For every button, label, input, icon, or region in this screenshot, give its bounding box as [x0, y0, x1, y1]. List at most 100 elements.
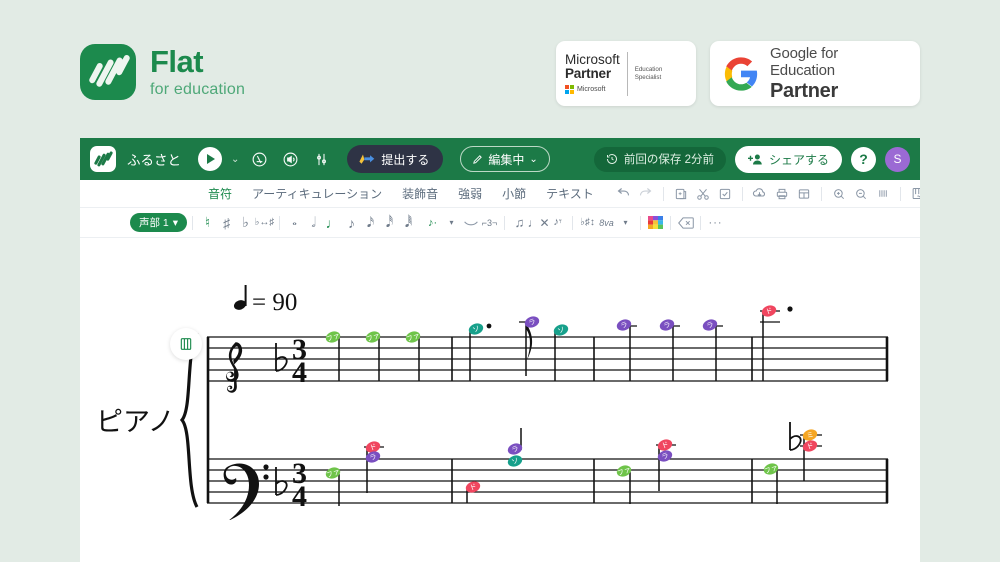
accidental-swap-icon[interactable]: ♭↔♯ [255, 212, 275, 234]
toolbar-separator [192, 215, 194, 230]
microsoft-badge-specialty: Education Specialist [634, 66, 663, 81]
score-sheet[interactable]: ピアノ = 90 3 4 3 4 ファ ファ ファ ソ ラ ソ ラ ラ ラ ド … [80, 238, 920, 520]
instrument-name: ピアノ [96, 407, 175, 437]
time-signature[interactable]: 34 34 [292, 333, 307, 513]
instrument-icon[interactable] [908, 184, 920, 204]
more-options-icon[interactable]: ··· [706, 212, 725, 234]
volume-icon[interactable] [279, 148, 301, 170]
editor-top-bar: ふるさと ⌄ 提出する 編集中 ⌄ 前回の保存 2分前 シェアする ? S [80, 138, 920, 180]
voice-chevron-icon: ▾ [172, 216, 179, 229]
play-button[interactable] [198, 147, 222, 171]
google-logo-icon [724, 56, 758, 91]
toolbar-separator [504, 215, 506, 230]
share-label: シェアする [768, 152, 829, 167]
share-button[interactable]: シェアする [734, 145, 842, 173]
editing-chevron-icon: ⌄ [529, 153, 538, 165]
zoom-out-icon[interactable] [851, 184, 871, 204]
menu-item-measures[interactable]: 小節 [502, 185, 526, 202]
menu-item-dynamics[interactable]: 強弱 [458, 185, 482, 202]
history-icon [606, 154, 617, 164]
microsoft-badge-line1: Microsoft [565, 51, 620, 67]
last-saved-status: 前回の保存 2分前 [593, 146, 726, 172]
editing-label: 編集中 [488, 152, 525, 167]
menu-item-ornaments[interactable]: 装飾音 [402, 185, 438, 202]
paste-icon[interactable] [715, 184, 735, 204]
natural-icon[interactable]: ♮ [198, 212, 217, 234]
play-options-chevron-icon[interactable]: ⌄ [231, 154, 239, 165]
menu-item-articulation[interactable]: アーティキュレーション [252, 185, 382, 202]
half-note-icon[interactable]: 𝅗𝅥 [304, 212, 323, 234]
cut-icon[interactable] [693, 184, 713, 204]
screen-root: Flat for education Microsoft Partner Mic… [0, 0, 1000, 562]
flat-accidental-icon [789, 422, 802, 451]
bass-noteheads[interactable]: ファドラドラソファドラファミド [324, 427, 819, 494]
color-palette-icon[interactable] [646, 212, 665, 234]
undo-icon[interactable] [614, 184, 634, 204]
piano-keys-icon [180, 338, 192, 350]
grace-note-icon[interactable]: ♪𝄾 [548, 212, 567, 234]
document-title[interactable]: ふるさと [127, 149, 181, 169]
badge-divider [626, 51, 628, 96]
delete-icon[interactable] [676, 212, 695, 234]
editor-menu-bar: 音符 アーティキュレーション 装飾音 強弱 小節 テキスト [80, 180, 920, 208]
mixer-icon[interactable] [310, 148, 332, 170]
music-score[interactable]: ピアノ = 90 34 34 ファ ファ ファソラソラ ラ ラド ファドラドラソ… [80, 238, 920, 520]
layout-icon[interactable] [794, 184, 814, 204]
add-person-icon [747, 154, 762, 164]
augmentation-dot [486, 323, 492, 329]
toolbar-separator [820, 186, 822, 201]
google-badge-line1: Google for Education [770, 44, 839, 79]
redo-icon[interactable] [636, 184, 656, 204]
barlines [451, 337, 889, 503]
sharp-icon[interactable]: ♯ [217, 212, 236, 234]
sixtyfourth-note-icon[interactable]: 𝅘𝅥𝅱 [399, 212, 418, 234]
dot-chevron-icon[interactable]: ▾ [442, 212, 461, 234]
metronome-icon[interactable] [248, 148, 270, 170]
toolbar-separator [662, 186, 664, 201]
treble-noteheads[interactable]: ファ ファ ファソラソラララド [324, 303, 778, 344]
menu-item-text[interactable]: テキスト [546, 185, 594, 202]
last-saved-label: 前回の保存 2分前 [623, 154, 714, 166]
staff-lines [207, 336, 888, 504]
user-avatar[interactable]: S [885, 146, 910, 172]
print-icon[interactable] [772, 184, 792, 204]
quarter-note-icon[interactable]: ♩ [323, 212, 342, 234]
measures-icon[interactable] [873, 184, 893, 204]
beam-icon[interactable]: ♫ [510, 212, 529, 234]
submit-arrow-icon [359, 154, 375, 164]
toolbar-separator [640, 215, 642, 230]
octave-chevron-icon[interactable]: ▾ [616, 212, 635, 234]
dotted-note-icon[interactable]: ♪· [423, 212, 442, 234]
unbeam-icon[interactable]: ♩✕ [528, 212, 550, 234]
svg-text:4: 4 [292, 480, 307, 513]
help-button[interactable]: ? [851, 146, 876, 172]
sixteenth-note-icon[interactable]: 𝅘𝅥𝅯 [361, 212, 380, 234]
flat-editor-window: ふるさと ⌄ 提出する 編集中 ⌄ 前回の保存 2分前 シェアする ? S 音符… [80, 138, 920, 562]
triplet-icon[interactable]: ⌐ 3 ¬ [480, 212, 499, 234]
thirtysecond-note-icon[interactable]: 𝅘𝅥𝅰 [380, 212, 399, 234]
tempo-marking[interactable]: = 90 [233, 285, 298, 316]
eighth-note-icon[interactable]: ♪ [342, 212, 361, 234]
flat-logo-icon[interactable] [90, 146, 116, 172]
tie-icon[interactable] [461, 212, 480, 234]
microsoft-partner-badge: Microsoft Partner Microsoft Education Sp… [556, 41, 696, 106]
download-icon[interactable] [750, 184, 770, 204]
key-signature [275, 343, 288, 496]
whole-note-icon[interactable]: 𝅝 [285, 212, 304, 234]
eighth-flag [526, 323, 533, 360]
brand-name: Flat [150, 44, 204, 79]
google-for-education-partner-badge: Google for Education Partner [710, 41, 920, 106]
partner-badges: Microsoft Partner Microsoft Education Sp… [556, 41, 920, 106]
menu-item-notes[interactable]: 音符 [208, 185, 232, 202]
flat-icon[interactable]: ♭ [236, 212, 255, 234]
svg-text:4: 4 [292, 356, 307, 389]
instrument-panel-button[interactable] [170, 328, 202, 360]
octave-8va-icon[interactable]: 8va [597, 212, 616, 234]
copy-icon[interactable] [671, 184, 691, 204]
google-badge-line2: Partner [770, 79, 838, 102]
submit-button[interactable]: 提出する [347, 145, 444, 173]
voice-selector[interactable]: 声部 1 ▾ [130, 213, 188, 232]
editing-status-button[interactable]: 編集中 ⌄ [460, 146, 550, 172]
zoom-in-icon[interactable] [829, 184, 849, 204]
accidental-shift-icon[interactable]: ♭♯↕ [578, 212, 597, 234]
